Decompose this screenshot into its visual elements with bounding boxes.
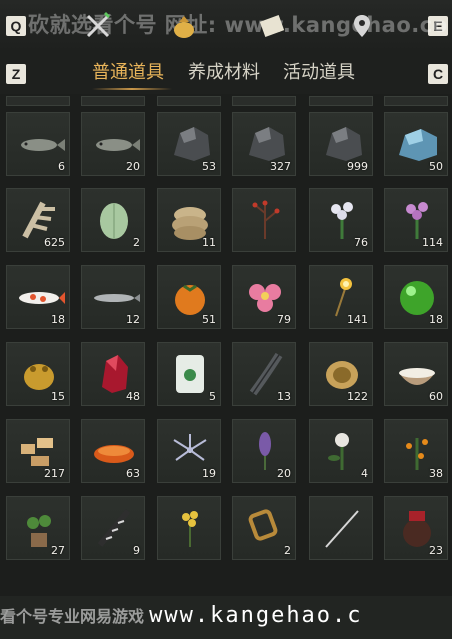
item-count: 2 xyxy=(133,236,140,249)
inventory-slot[interactable]: 5 xyxy=(157,342,221,406)
scroll-icon[interactable] xyxy=(258,12,286,40)
item-count: 76 xyxy=(354,236,368,249)
money-bag-icon[interactable] xyxy=(170,12,198,40)
item-count: 18 xyxy=(429,313,443,326)
item-count: 20 xyxy=(277,467,291,480)
inventory-slot[interactable]: 63 xyxy=(81,419,145,483)
item-count: 625 xyxy=(44,236,65,249)
item-count: 9 xyxy=(133,544,140,557)
inventory-grid: 6 20 53 327 999 50 625 2 11 76 114 18 12 51 79 141 18 15 4… xyxy=(0,96,452,596)
item-count: 27 xyxy=(51,544,65,557)
item-count: 48 xyxy=(126,390,140,403)
item-count: 18 xyxy=(51,313,65,326)
watermark-bottom-url: www.kangehao.c xyxy=(149,603,363,628)
tab-upgrade-materials[interactable]: 养成材料 xyxy=(188,60,260,86)
inventory-slot[interactable]: 48 xyxy=(81,342,145,406)
red-berry-branch-icon xyxy=(252,200,280,239)
hotkey-c-badge[interactable]: C xyxy=(428,64,448,84)
inventory-slot[interactable]: 53 xyxy=(157,112,221,176)
inventory-slot[interactable] xyxy=(232,188,296,252)
inventory-slot[interactable]: 50 xyxy=(384,112,448,176)
inventory-slot[interactable]: 4 xyxy=(309,419,373,483)
item-count: 327 xyxy=(270,160,291,173)
crossed-swords-icon[interactable] xyxy=(84,12,112,40)
inventory-slot[interactable]: 76 xyxy=(309,188,373,252)
inventory-slot[interactable]: 12 xyxy=(81,265,145,329)
inventory-slot[interactable] xyxy=(157,496,221,560)
item-count: 53 xyxy=(202,160,216,173)
partial-slot xyxy=(81,96,145,106)
tab-common-items[interactable]: 普通道具 xyxy=(92,60,164,86)
inventory-slot[interactable]: 999 xyxy=(309,112,373,176)
inventory-slot[interactable]: 60 xyxy=(384,342,448,406)
item-count: 114 xyxy=(422,236,443,249)
item-count: 19 xyxy=(202,467,216,480)
partial-slot xyxy=(6,96,70,106)
inventory-slot[interactable]: 27 xyxy=(6,496,70,560)
inventory-slot[interactable]: 18 xyxy=(6,265,70,329)
item-count: 999 xyxy=(347,160,368,173)
item-count: 11 xyxy=(202,236,216,249)
inventory-slot[interactable]: 625 xyxy=(6,188,70,252)
item-count: 141 xyxy=(347,313,368,326)
inventory-slot[interactable]: 20 xyxy=(232,419,296,483)
item-count: 217 xyxy=(44,467,65,480)
item-count: 63 xyxy=(126,467,140,480)
inventory-slot[interactable]: 13 xyxy=(232,342,296,406)
item-count: 79 xyxy=(277,313,291,326)
item-count: 12 xyxy=(126,313,140,326)
inventory-slot[interactable]: 114 xyxy=(384,188,448,252)
watermark-bottom: 看个号专业网易游戏 www.kangehao.c xyxy=(0,600,452,634)
item-count: 23 xyxy=(429,544,443,557)
inventory-slot[interactable]: 217 xyxy=(6,419,70,483)
inventory-slot[interactable] xyxy=(309,496,373,560)
inventory-slot[interactable]: 19 xyxy=(157,419,221,483)
tab-event-items[interactable]: 活动道具 xyxy=(283,60,355,86)
inventory-slot[interactable]: 51 xyxy=(157,265,221,329)
inventory-slot[interactable]: 141 xyxy=(309,265,373,329)
inventory-slot[interactable]: 6 xyxy=(6,112,70,176)
watermark-bottom-cn: 看个号专业网易游戏 xyxy=(0,607,145,626)
partial-slot xyxy=(232,96,296,106)
item-count: 122 xyxy=(347,390,368,403)
inventory-slot[interactable]: 23 xyxy=(384,496,448,560)
item-count: 50 xyxy=(429,160,443,173)
item-count: 20 xyxy=(126,160,140,173)
inventory-slot[interactable]: 2 xyxy=(81,188,145,252)
item-count: 13 xyxy=(277,390,291,403)
partial-slot xyxy=(384,96,448,106)
item-count: 2 xyxy=(284,544,291,557)
item-count: 15 xyxy=(51,390,65,403)
hotkey-q-badge[interactable]: Q xyxy=(6,16,26,36)
item-count: 5 xyxy=(209,390,216,403)
item-count: 51 xyxy=(202,313,216,326)
item-count: 4 xyxy=(361,467,368,480)
inventory-slot[interactable]: 122 xyxy=(309,342,373,406)
inventory-slot[interactable]: 38 xyxy=(384,419,448,483)
needle-icon xyxy=(325,510,359,548)
item-count: 38 xyxy=(429,467,443,480)
item-count: 60 xyxy=(429,390,443,403)
inventory-slot[interactable]: 79 xyxy=(232,265,296,329)
hotkey-z-badge[interactable]: Z xyxy=(6,64,26,84)
inventory-slot[interactable]: 15 xyxy=(6,342,70,406)
inventory-slot[interactable]: 11 xyxy=(157,188,221,252)
inventory-slot[interactable]: 9 xyxy=(81,496,145,560)
active-tab-underline xyxy=(92,88,172,90)
partial-slot xyxy=(309,96,373,106)
item-count: 6 xyxy=(58,160,65,173)
inventory-slot[interactable]: 327 xyxy=(232,112,296,176)
location-pin-icon[interactable] xyxy=(348,12,376,40)
inventory-slot[interactable]: 18 xyxy=(384,265,448,329)
inventory-slot[interactable]: 20 xyxy=(81,112,145,176)
partial-slot xyxy=(157,96,221,106)
yellow-flower-icon xyxy=(182,511,198,547)
inventory-slot[interactable]: 2 xyxy=(232,496,296,560)
